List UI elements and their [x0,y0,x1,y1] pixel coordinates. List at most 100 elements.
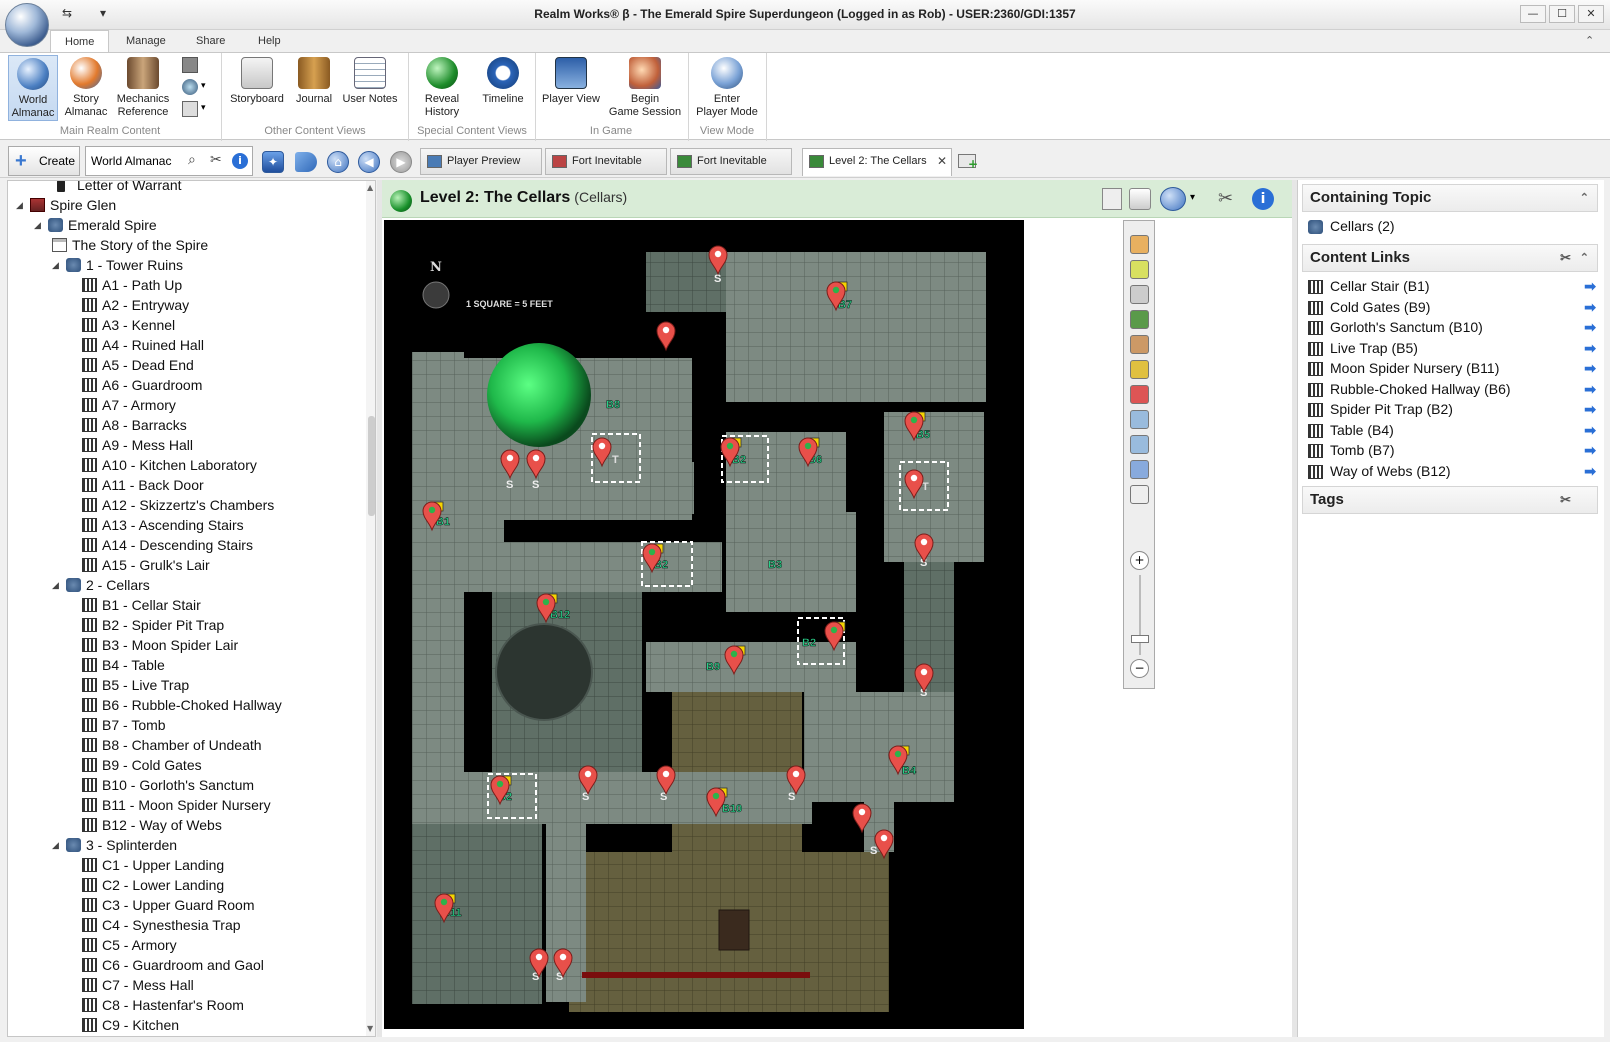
home-icon[interactable]: ⌂ [327,151,349,173]
tree-item[interactable]: A1 - Path Up [8,275,358,295]
content-link-item[interactable]: Spider Pit Trap (B2) ➡ [1308,399,1596,420]
zoom-plus-icon[interactable]: + [1130,551,1149,570]
world-almanac-button[interactable]: World Almanac [8,55,58,121]
search-icon[interactable]: ⌕ [188,152,196,168]
fit-icon[interactable] [1130,460,1149,479]
zoom-in-icon[interactable] [1130,410,1149,429]
draw-icon[interactable] [1130,310,1149,329]
collapse-icon[interactable]: ⌃ [1580,185,1589,211]
tools-icon[interactable]: ✂ [1218,188,1233,209]
tree-item[interactable]: A4 - Ruined Hall [8,335,358,355]
tree-item[interactable]: B9 - Cold Gates [8,755,358,775]
ribbon-tab-help[interactable]: Help [244,30,295,52]
tree-scroll-thumb[interactable] [368,416,375,516]
erase-mask-icon[interactable] [1130,385,1149,404]
expand-toggle-icon[interactable]: ◢ [34,215,41,235]
tree-item[interactable]: A7 - Armory [8,395,358,415]
tree-item[interactable]: A6 - Guardroom [8,375,358,395]
tree-item[interactable]: A12 - Skizzertz's Chambers [8,495,358,515]
ribbon-tab-share[interactable]: Share [182,30,239,52]
tree-item[interactable]: B5 - Live Trap [8,675,358,695]
content-link-item[interactable]: Gorloth's Sanctum (B10) ➡ [1308,317,1596,338]
follow-link-icon[interactable]: ➡ [1584,297,1596,318]
zoom-minus-icon[interactable]: − [1130,659,1149,678]
splitter[interactable] [377,180,382,1037]
globe-dropdown-icon[interactable]: ▾ [201,81,206,91]
panel-toggle-icon[interactable] [182,57,198,73]
tree-item[interactable]: B3 - Moon Spider Lair [8,635,358,655]
tree-item[interactable]: A10 - Kitchen Laboratory [8,455,358,475]
tree-item[interactable]: C7 - Mess Hall [8,975,358,995]
share-icon[interactable]: ⇆ [62,6,72,20]
maximize-button[interactable]: ☐ [1549,5,1575,23]
story-almanac-button[interactable]: Story Almanac [62,55,110,121]
content-links-header[interactable]: Content Links ✂ ⌃ [1302,244,1598,272]
timeline-button[interactable]: Timeline [476,55,530,121]
tree-item[interactable]: ◢ 2 - Cellars [8,575,358,595]
tree-item[interactable]: The Story of the Spire [8,235,358,255]
follow-link-icon[interactable]: ➡ [1584,440,1596,461]
tree-item[interactable]: A8 - Barracks [8,415,358,435]
tools-icon[interactable]: ✂ [1560,487,1571,513]
app-orb-icon[interactable] [5,3,49,47]
collapse-ribbon-icon[interactable]: ⌃ [1585,34,1594,47]
user-notes-button[interactable]: User Notes [340,55,400,121]
zoom-out-icon[interactable] [1130,435,1149,454]
tree-item[interactable]: B11 - Moon Spider Nursery [8,795,358,815]
search-box[interactable]: World Almanac ⌕ ✂ i [85,146,253,176]
player-view-button[interactable]: Player View [540,55,602,121]
follow-link-icon[interactable]: ➡ [1584,338,1596,359]
add-pin-icon[interactable] [1130,260,1149,279]
follow-link-icon[interactable]: ➡ [1584,399,1596,420]
content-link-item[interactable]: Cellar Stair (B1) ➡ [1308,276,1596,297]
close-window-button[interactable]: ✕ [1578,5,1604,23]
begin-game-session-button[interactable]: Begin Game Session [608,55,682,121]
reveal-dropdown-icon[interactable]: ▾ [1190,192,1195,203]
tree-item[interactable]: B1 - Cellar Stair [8,595,358,615]
tab-fort-inevitable-2[interactable]: Fort Inevitable [670,148,792,175]
tools-icon[interactable]: ✂ [210,152,222,168]
tags-header[interactable]: Tags ✂ [1302,486,1598,514]
minimize-button[interactable]: — [1520,5,1546,23]
ribbon-tab-home[interactable]: Home [50,30,110,53]
tree-item[interactable]: B8 - Chamber of Undeath [8,735,358,755]
info-icon[interactable]: i [1252,188,1274,210]
tree-item[interactable]: ◢ Spire Glen [8,195,358,215]
preview-eye-icon[interactable] [1129,188,1151,210]
content-link-item[interactable]: Rubble-Choked Hallway (B6) ➡ [1308,379,1596,400]
expand-toggle-icon[interactable]: ◢ [16,195,23,215]
reveal-globe-icon[interactable] [1160,187,1186,211]
close-tab-icon[interactable]: ✕ [937,149,947,174]
content-link-item[interactable]: Cold Gates (B9) ➡ [1308,297,1596,318]
zoom-slider-thumb[interactable] [1131,635,1149,643]
mask-icon[interactable] [1130,335,1149,354]
image-dropdown-icon[interactable]: ▾ [201,103,206,113]
tree-item[interactable]: B6 - Rubble-Choked Hallway [8,695,358,715]
tree-item[interactable]: C3 - Upper Guard Room [8,895,358,915]
globe-small-icon[interactable] [182,79,198,95]
tree-item[interactable]: ◢ 1 - Tower Ruins [8,255,358,275]
mechanics-reference-button[interactable]: Mechanics Reference [114,55,172,121]
tag-icon[interactable] [295,152,317,172]
tree-item[interactable]: C1 - Upper Landing [8,855,358,875]
tree-item[interactable]: C4 - Synesthesia Trap [8,915,358,935]
select-icon[interactable] [1130,285,1149,304]
tools-icon[interactable]: ✂ [1560,245,1571,271]
reveal-history-button[interactable]: Reveal History [414,55,470,121]
expand-toggle-icon[interactable]: ◢ [52,835,59,855]
follow-link-icon[interactable]: ➡ [1584,276,1596,297]
dungeon-map[interactable]: N 1 SQUARE = 5 FEET B1 B2 B2 B2 B2 B3 B4 B5 B6 B7… [384,220,1024,1029]
tab-player-preview[interactable]: Player Preview [420,148,542,175]
follow-link-icon[interactable]: ➡ [1584,379,1596,400]
follow-link-icon[interactable]: ➡ [1584,358,1596,379]
new-tab-icon[interactable]: + [958,154,978,170]
tree-item[interactable]: A13 - Ascending Stairs [8,515,358,535]
tree-item[interactable]: C2 - Lower Landing [8,875,358,895]
scroll-up-icon[interactable]: ▲ [367,183,373,192]
ribbon-tab-manage[interactable]: Manage [112,30,180,52]
pan-hand-icon[interactable] [1130,235,1149,254]
info-icon[interactable]: i [232,153,248,169]
zoom-region-icon[interactable] [1130,485,1149,504]
tree-item[interactable]: A11 - Back Door [8,475,358,495]
tab-fort-inevitable-1[interactable]: Fort Inevitable [545,148,667,175]
